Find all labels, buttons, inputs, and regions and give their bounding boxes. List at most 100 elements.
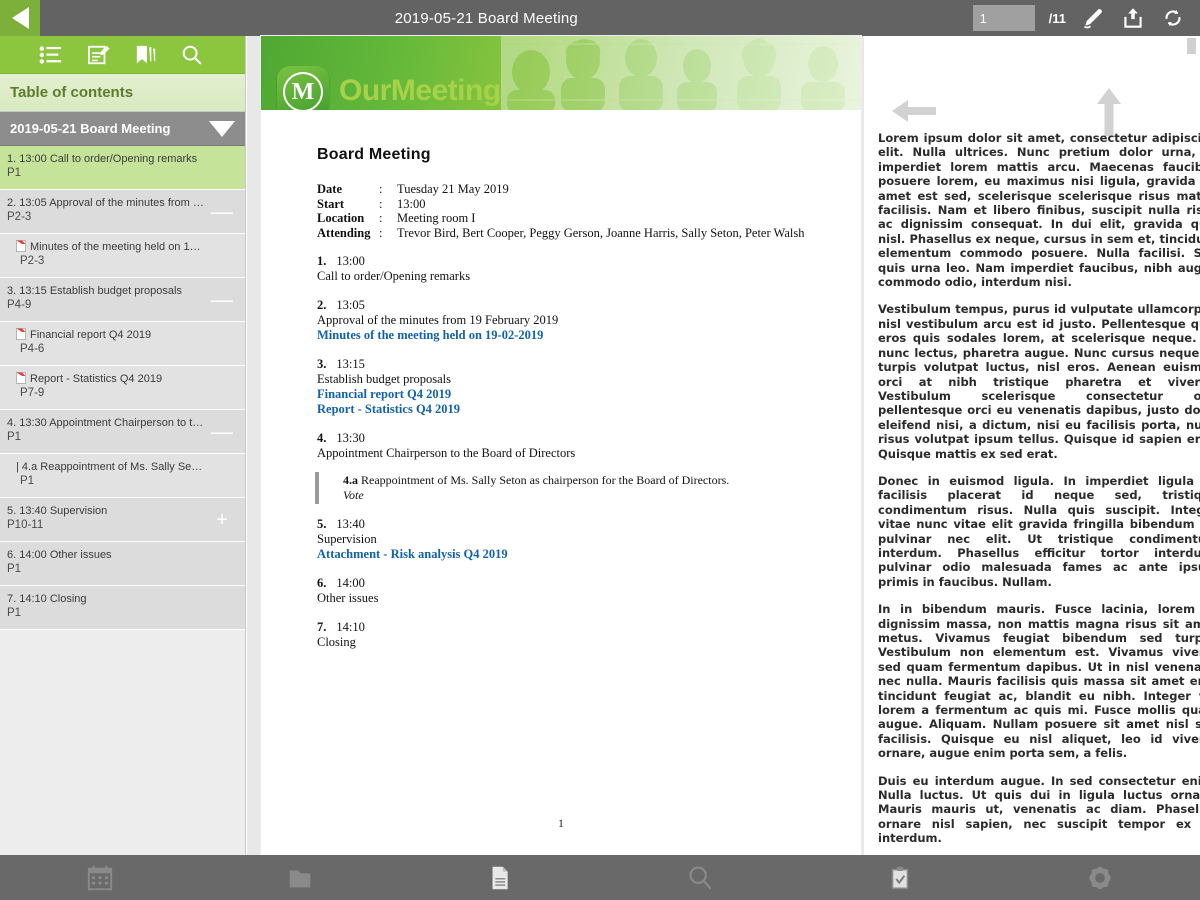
meta-key: Date [317, 182, 342, 196]
agenda-number-time: 3. 13:15 [317, 357, 831, 372]
collapse-toggle-icon[interactable]: — [211, 420, 233, 443]
agenda-number-time: 7. 14:10 [317, 620, 831, 635]
top-toolbar: 2019-05-21 Board Meeting /11 [0, 0, 1200, 36]
toc-subitem-financial-report[interactable]: Financial report Q4 2019 P4-6 [0, 322, 245, 366]
toc-item-title: 6. 14:00 Other issues [7, 549, 112, 561]
agenda-attachment-link[interactable]: Report - Statistics Q4 2019 [317, 402, 831, 417]
agenda-number: 3. [317, 357, 327, 371]
attachment-preview-pane: Lorem ipsum dolor sit amet, consectetur … [864, 36, 1200, 855]
agenda-subitem-4a: 4.a Reappointment of Ms. Sally Seton as … [315, 472, 831, 504]
agenda-item-2: 2. 13:05 Approval of the minutes from 19 … [317, 298, 831, 343]
agenda-attachment-link[interactable]: Financial report Q4 2019 [317, 387, 831, 402]
notes-edit-icon[interactable] [86, 44, 112, 66]
toc-item-1[interactable]: 1. 13:00 Call to order/Opening remarks P… [0, 146, 245, 190]
toc-subitem-title: Financial report Q4 2019 [12, 328, 205, 342]
collapse-toggle-icon[interactable]: — [211, 200, 233, 223]
toc-item-title: 2. 13:05 Approval of the minutes from 19… [7, 197, 205, 209]
agenda-text: Appointment Chairperson to the Board of … [317, 446, 576, 460]
scrollbar-thumb[interactable] [1187, 38, 1196, 54]
document-attachment-icon [16, 328, 26, 340]
top-toolbar-actions: /11 [972, 5, 1200, 31]
document-page: M OurMeeting Board Meeting Date : Tuesda… [261, 36, 861, 855]
agenda-text: Supervision [317, 532, 377, 546]
meta-sep: : [379, 196, 383, 211]
search-icon[interactable] [180, 44, 204, 66]
collapse-toggle-icon[interactable]: — [211, 288, 233, 311]
refresh-sync-icon[interactable] [1160, 5, 1186, 31]
toc-item-5[interactable]: 5. 13:40 Supervision P10-11 + [0, 498, 245, 542]
toc-item-3[interactable]: 3. 13:15 Establish budget proposals P4-9… [0, 278, 245, 322]
document-attachment-icon [16, 240, 26, 252]
agenda-item-5: 5. 13:40 Supervision Attachment - Risk an… [317, 517, 831, 562]
agenda-attachment-link[interactable]: Minutes of the meeting held on 19-02-201… [317, 328, 831, 343]
page-total-label: /11 [1048, 10, 1066, 26]
toc-item-7[interactable]: 7. 14:10 Closing P1 [0, 586, 245, 630]
table-of-contents-icon[interactable] [38, 44, 64, 66]
nav-settings[interactable] [1000, 855, 1200, 900]
agenda-time: 14:00 [336, 576, 365, 590]
table-of-contents-list: 1. 13:00 Call to order/Opening remarks P… [0, 146, 245, 630]
agenda-item-3: 3. 13:15 Establish budget proposals Finan… [317, 357, 831, 417]
attachment-body-text: Lorem ipsum dolor sit amet, consectetur … [878, 131, 1200, 855]
nav-files[interactable] [200, 855, 400, 900]
pencil-icon[interactable] [1080, 5, 1106, 31]
meeting-selector[interactable]: 2019-05-21 Board Meeting [0, 112, 245, 146]
sidebar-section-title: Table of contents [0, 74, 245, 112]
toc-item-title: 3. 13:15 Establish budget proposals [7, 285, 182, 297]
meta-value: Trevor Bird, Bert Cooper, Peggy Gerson, … [397, 225, 805, 240]
agenda-time: 14:10 [336, 620, 365, 634]
agenda-number-time: 1. 13:00 [317, 254, 831, 269]
meta-row: Location : Meeting room I [317, 211, 831, 226]
lorem-paragraph: Vestibulum tempus, purus id vulputate ul… [878, 302, 1200, 461]
toc-subitem-pages: P7-9 [20, 387, 45, 399]
lorem-paragraph: Donec in euismod ligula. In imperdiet li… [878, 473, 1200, 589]
app-root: 2019-05-21 Board Meeting /11 [0, 0, 1200, 900]
expand-toggle-icon[interactable]: + [211, 510, 233, 530]
search-icon [689, 866, 712, 889]
toc-item-6[interactable]: 6. 14:00 Other issues P1 [0, 542, 245, 586]
toc-item-pages: P10-11 [7, 519, 44, 531]
sidebar-toolbar [0, 36, 245, 74]
toc-item-pages: P1 [7, 167, 22, 179]
document-heading: Board Meeting [317, 146, 431, 163]
agenda-time: 13:00 [336, 254, 365, 268]
agenda-number-time: 5. 13:40 [317, 517, 831, 532]
toc-subitem-4a[interactable]: | 4.a Reappointment of Ms. Sally Seton a… [0, 454, 245, 498]
agenda-number-time: 2. 13:05 [317, 298, 831, 313]
agenda-number-time: 6. 14:00 [317, 576, 831, 591]
folder-icon [289, 870, 311, 887]
meta-value: Meeting room I [397, 211, 476, 225]
agenda-time: 13:40 [336, 517, 365, 531]
toc-item-title: 5. 13:40 Supervision [7, 505, 108, 517]
toc-subitem-minutes[interactable]: Minutes of the meeting held on 19-02-201… [0, 234, 245, 278]
toc-subitem-pages: P2-3 [20, 255, 45, 267]
nav-documents[interactable] [400, 855, 600, 900]
change-bar-marker [315, 472, 319, 504]
toc-item-title: 1. 13:00 Call to order/Opening remarks [7, 153, 198, 165]
nav-tasks[interactable] [800, 855, 1000, 900]
toc-item-4[interactable]: 4. 13:30 Appointment Chairperson to the … [0, 410, 245, 454]
agenda-text: Approval of the minutes from 19 February… [317, 313, 559, 327]
nav-calendar[interactable] [0, 855, 200, 900]
agenda-text: Establish budget proposals [317, 372, 452, 386]
arrow-up-icon[interactable] [1096, 88, 1122, 136]
meta-key: Location [317, 211, 365, 225]
meta-row: Start : 13:00 [317, 197, 831, 212]
toc-item-2[interactable]: 2. 13:05 Approval of the minutes from 19… [0, 190, 245, 234]
bookmark-icon[interactable] [134, 44, 158, 66]
agenda-time: 13:30 [336, 431, 365, 445]
nav-search[interactable] [600, 855, 800, 900]
toc-item-pages: P1 [7, 607, 22, 619]
document-banner: M OurMeeting [261, 36, 861, 110]
lorem-paragraph: Lorem ipsum dolor sit amet, consectetur … [878, 131, 1200, 290]
toc-item-title: 7. 14:10 Closing [7, 593, 87, 605]
arrow-left-icon[interactable] [892, 98, 936, 124]
page-number-input[interactable] [972, 5, 1035, 31]
share-upload-icon[interactable] [1120, 5, 1146, 31]
toc-item-pages: P1 [7, 431, 22, 443]
agenda-attachment-link[interactable]: Attachment - Risk analysis Q4 2019 [317, 547, 831, 562]
meta-value: 13:00 [397, 196, 426, 211]
meeting-selector-label: 2019-05-21 Board Meeting [10, 121, 171, 136]
toc-subitem-statistics-report[interactable]: Report - Statistics Q4 2019 P7-9 [0, 366, 245, 410]
agenda-item-7: 7. 14:10 Closing [317, 620, 831, 650]
